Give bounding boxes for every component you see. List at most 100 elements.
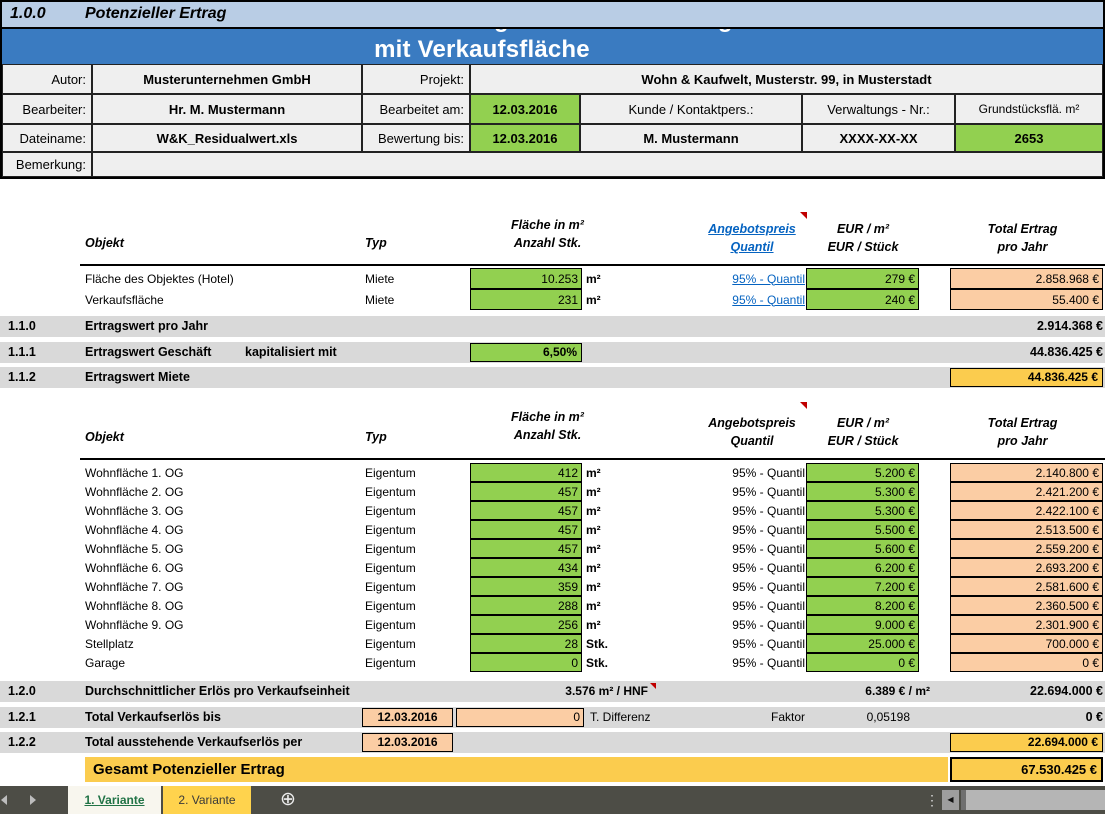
flaeche-input[interactable]: 256 <box>470 615 582 634</box>
quantil-cell: 95% - Quantil <box>655 653 805 672</box>
preis-input[interactable]: 5.200 € <box>806 463 919 482</box>
differenz-cell: 0 <box>456 708 584 727</box>
preis-input[interactable]: 5.500 € <box>806 520 919 539</box>
autor-label: Autor: <box>2 64 92 94</box>
flaeche-input[interactable]: 288 <box>470 596 582 615</box>
row-label: Durchschnittlicher Erlös pro Verkaufsein… <box>85 681 350 702</box>
row-value: 22.694.000 € <box>883 681 1103 702</box>
preis-input[interactable]: 6.200 € <box>806 558 919 577</box>
objekt-cell: Wohnfläche 1. OG <box>85 463 184 482</box>
horizontal-scrollbar[interactable] <box>961 790 1105 810</box>
einheit-label: Stk. <box>586 634 608 653</box>
row-value-cell: 44.836.425 € <box>950 368 1103 387</box>
flaeche-input[interactable]: 457 <box>470 520 582 539</box>
col-header-objekt: Objekt <box>85 430 124 444</box>
sheet-tab-variante-1[interactable]: 1. Variante <box>68 786 161 814</box>
scroll-left-icon[interactable]: ◀ <box>942 790 959 810</box>
table-row: Fläche des Objektes (Hotel) Miete 10.253… <box>0 268 1105 289</box>
flaeche-input[interactable]: 412 <box>470 463 582 482</box>
preis-input[interactable]: 279 € <box>806 268 919 289</box>
typ-cell: Eigentum <box>365 539 416 558</box>
table-row: Wohnfläche 4. OG Eigentum 457 m² 95% - Q… <box>0 520 1105 539</box>
gesamt-label: Gesamt Potenzieller Ertrag <box>93 757 285 782</box>
flaeche-input[interactable]: 0 <box>470 653 582 672</box>
row-label: Ertragswert Miete <box>85 367 190 388</box>
typ-cell: Eigentum <box>365 558 416 577</box>
einheit-label: m² <box>586 463 601 482</box>
preis-input[interactable]: 7.200 € <box>806 577 919 596</box>
preis-input[interactable]: 5.300 € <box>806 482 919 501</box>
objekt-cell: Wohnfläche 9. OG <box>85 615 184 634</box>
einheit-label: m² <box>586 268 601 289</box>
total-cell: 2.422.100 € <box>950 501 1103 520</box>
ausstehend-date-input[interactable]: 12.03.2016 <box>362 733 453 752</box>
bearbeiter-label: Bearbeiter: <box>2 94 92 124</box>
kebab-menu-icon[interactable]: ⋮ <box>925 786 940 814</box>
quantil-cell: 95% - Quantil <box>655 539 805 558</box>
quantil-cell: 95% - Quantil <box>655 596 805 615</box>
typ-cell: Eigentum <box>365 615 416 634</box>
preis-input[interactable]: 25.000 € <box>806 634 919 653</box>
preis-input[interactable]: 240 € <box>806 289 919 310</box>
preis-input[interactable]: 5.300 € <box>806 501 919 520</box>
tab-nav-left-icon[interactable] <box>1 795 7 805</box>
sheet-tab-variante-2[interactable]: 2. Variante <box>163 786 251 814</box>
flaeche-input[interactable]: 457 <box>470 482 582 501</box>
objekt-cell: Wohnfläche 5. OG <box>85 539 184 558</box>
row-code: 1.2.2 <box>8 732 36 753</box>
section-code: 1.0.0 <box>10 5 46 23</box>
dateiname-label: Dateiname: <box>2 124 92 152</box>
summary-row-111: 1.1.1 Ertragswert Geschäft kapitalisiert… <box>0 342 1105 363</box>
verkaufserloes-date-input[interactable]: 12.03.2016 <box>362 708 453 727</box>
einheit-label: Stk. <box>586 653 608 672</box>
col-header-typ: Typ <box>365 430 387 444</box>
bewertung-bis-input[interactable]: 12.03.2016 <box>470 124 580 152</box>
flaeche-input[interactable]: 231 <box>470 289 582 310</box>
preis-input[interactable]: 5.600 € <box>806 539 919 558</box>
verwaltung-value: XXXX-XX-XX <box>802 124 955 152</box>
summary-row-110: 1.1.0 Ertragswert pro Jahr 2.914.368 € <box>0 316 1105 337</box>
bearbeitet-am-input[interactable]: 12.03.2016 <box>470 94 580 124</box>
add-sheet-icon[interactable]: ⊕ <box>280 786 296 814</box>
total-cell: 2.559.200 € <box>950 539 1103 558</box>
kapitalisierung-input[interactable]: 6,50% <box>470 343 582 362</box>
row-label: Total Verkaufserlös bis <box>85 707 221 728</box>
flaeche-input[interactable]: 434 <box>470 558 582 577</box>
tab-nav-right-icon[interactable] <box>30 795 36 805</box>
row-value: 44.836.425 € <box>883 342 1103 363</box>
total-cell: 2.421.200 € <box>950 482 1103 501</box>
row-code: 1.1.0 <box>8 316 36 337</box>
flaeche-input[interactable]: 457 <box>470 539 582 558</box>
row-sublabel: kapitalisiert mit <box>245 342 337 363</box>
table-row: Wohnfläche 2. OG Eigentum 457 m² 95% - Q… <box>0 482 1105 501</box>
dateiname-value: W&K_Residualwert.xls <box>92 124 362 152</box>
typ-cell: Miete <box>365 289 394 310</box>
kunde-label: Kunde / Kontaktpers.: <box>580 94 802 124</box>
gesamt-band: Gesamt Potenzieller Ertrag <box>85 757 948 782</box>
quantil-link[interactable]: 95% - Quantil <box>655 268 805 289</box>
comment-marker-icon <box>650 683 656 689</box>
flaeche-input[interactable]: 10.253 <box>470 268 582 289</box>
bewertung-bis-label: Bewertung bis: <box>362 124 470 152</box>
bemerkung-input[interactable] <box>92 152 1103 177</box>
grundstueck-input[interactable]: 2653 <box>955 124 1103 152</box>
quantil-link[interactable]: 95% - Quantil <box>655 289 805 310</box>
spreadsheet-app: Residualwertberechnung für Immobilieanla… <box>0 0 1105 814</box>
flaeche-input[interactable]: 457 <box>470 501 582 520</box>
col-header-objekt: Objekt <box>85 236 124 250</box>
preis-input[interactable]: 0 € <box>806 653 919 672</box>
preis-input[interactable]: 9.000 € <box>806 615 919 634</box>
summary-row-122: 1.2.2 Total ausstehende Verkaufserlös pe… <box>0 732 1105 753</box>
objekt-cell: Wohnfläche 3. OG <box>85 501 184 520</box>
summary-row-120: 1.2.0 Durchschnittlicher Erlös pro Verka… <box>0 681 1105 702</box>
verwaltung-label: Verwaltungs - Nr.: <box>802 94 955 124</box>
flaeche-input[interactable]: 28 <box>470 634 582 653</box>
row-code: 1.2.0 <box>8 681 36 702</box>
scrollbar-thumb[interactable] <box>966 790 1105 810</box>
table-row: Wohnfläche 3. OG Eigentum 457 m² 95% - Q… <box>0 501 1105 520</box>
row-value: 0 € <box>883 707 1103 728</box>
einheit-label: m² <box>586 539 601 558</box>
einheit-label: m² <box>586 558 601 577</box>
flaeche-input[interactable]: 359 <box>470 577 582 596</box>
preis-input[interactable]: 8.200 € <box>806 596 919 615</box>
